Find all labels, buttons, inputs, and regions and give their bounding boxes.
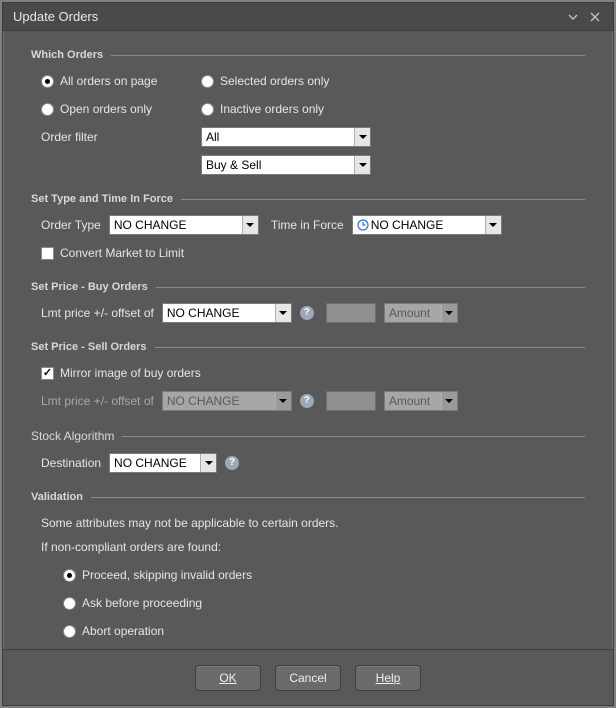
order-filter-label: Order filter (41, 130, 98, 144)
convert-market-to-limit-label: Convert Market to Limit (60, 246, 184, 260)
titlebar: Update Orders (3, 3, 613, 31)
cancel-button[interactable]: Cancel (275, 665, 341, 691)
sell-amount-unit-value: Amount (389, 394, 430, 408)
destination-select[interactable]: NO CHANGE (109, 453, 217, 473)
help-button[interactable]: Help (355, 665, 421, 691)
order-type-label: Order Type (41, 218, 101, 232)
tif-label: Time in Force (271, 218, 344, 232)
help-icon[interactable]: ? (300, 306, 314, 320)
chevron-down-icon (485, 216, 501, 234)
validation-legend: Validation (31, 491, 585, 503)
order-filter-2-select[interactable]: Buy & Sell (201, 155, 371, 175)
sell-offset-select: NO CHANGE (162, 391, 292, 411)
stock-algo-legend: Stock Algorithm (31, 429, 585, 443)
window-title: Update Orders (13, 9, 559, 24)
chevron-down-icon (275, 392, 291, 410)
order-filter-1-select[interactable]: All (201, 127, 371, 147)
sell-amount-unit-select: Amount (384, 391, 458, 411)
radio-open-orders[interactable] (41, 103, 54, 116)
chevron-down-icon (441, 304, 457, 322)
order-type-select[interactable]: NO CHANGE (109, 215, 259, 235)
buy-amount-unit-value: Amount (389, 306, 430, 320)
dialog-body: Which Orders All orders on page Selected… (3, 31, 613, 649)
ok-button[interactable]: OK (195, 665, 261, 691)
chevron-down-icon (354, 128, 370, 146)
buy-offset-amount-input[interactable] (326, 303, 376, 323)
chevron-down-icon (275, 304, 291, 322)
order-filter-2-value: Buy & Sell (206, 158, 261, 172)
close-icon[interactable] (587, 9, 603, 25)
radio-ask-label: Ask before proceeding (82, 596, 202, 610)
mirror-buy-checkbox[interactable] (41, 367, 54, 380)
destination-label: Destination (41, 456, 101, 470)
chevron-down-icon (242, 216, 258, 234)
type-tif-legend: Set Type and Time In Force (31, 193, 585, 205)
sell-offset-label: Lmt price +/- offset of (41, 394, 154, 408)
chevron-down-icon (200, 454, 216, 472)
buy-price-legend: Set Price - Buy Orders (31, 281, 585, 293)
radio-inactive-orders[interactable] (201, 103, 214, 116)
sell-offset-amount-input (326, 391, 376, 411)
tif-select[interactable]: NO CHANGE (352, 215, 502, 235)
validation-text2: If non-compliant orders are found: (41, 540, 221, 554)
buy-offset-select[interactable]: NO CHANGE (162, 303, 292, 323)
sell-price-legend: Set Price - Sell Orders (31, 341, 585, 353)
help-icon[interactable]: ? (225, 456, 239, 470)
clock-icon (357, 219, 369, 231)
sell-offset-value: NO CHANGE (167, 394, 240, 408)
buy-offset-label: Lmt price +/- offset of (41, 306, 154, 320)
destination-value: NO CHANGE (114, 456, 187, 470)
radio-all-orders-label: All orders on page (60, 74, 157, 88)
buy-amount-unit-select[interactable]: Amount (384, 303, 458, 323)
radio-ask[interactable] (63, 597, 76, 610)
mirror-buy-label: Mirror image of buy orders (60, 366, 201, 380)
radio-abort-label: Abort operation (82, 624, 164, 638)
validation-text1: Some attributes may not be applicable to… (41, 516, 339, 530)
radio-inactive-orders-label: Inactive orders only (220, 102, 324, 116)
radio-proceed-label: Proceed, skipping invalid orders (82, 568, 252, 582)
buy-offset-value: NO CHANGE (167, 306, 240, 320)
convert-market-to-limit-checkbox[interactable] (41, 247, 54, 260)
radio-proceed[interactable] (63, 569, 76, 582)
radio-open-orders-label: Open orders only (60, 102, 152, 116)
update-orders-dialog: Update Orders Which Orders All orders on… (2, 2, 614, 706)
chevron-down-icon (441, 392, 457, 410)
radio-selected-orders[interactable] (201, 75, 214, 88)
radio-selected-orders-label: Selected orders only (220, 74, 329, 88)
chevron-down-icon (354, 156, 370, 174)
radio-all-orders[interactable] (41, 75, 54, 88)
order-type-value: NO CHANGE (114, 218, 187, 232)
order-filter-1-value: All (206, 130, 219, 144)
radio-abort[interactable] (63, 625, 76, 638)
which-orders-legend: Which Orders (31, 49, 585, 61)
dialog-footer: OK Cancel Help (3, 649, 613, 705)
collapse-icon[interactable] (565, 9, 581, 25)
tif-value: NO CHANGE (371, 218, 444, 232)
help-icon[interactable]: ? (300, 394, 314, 408)
